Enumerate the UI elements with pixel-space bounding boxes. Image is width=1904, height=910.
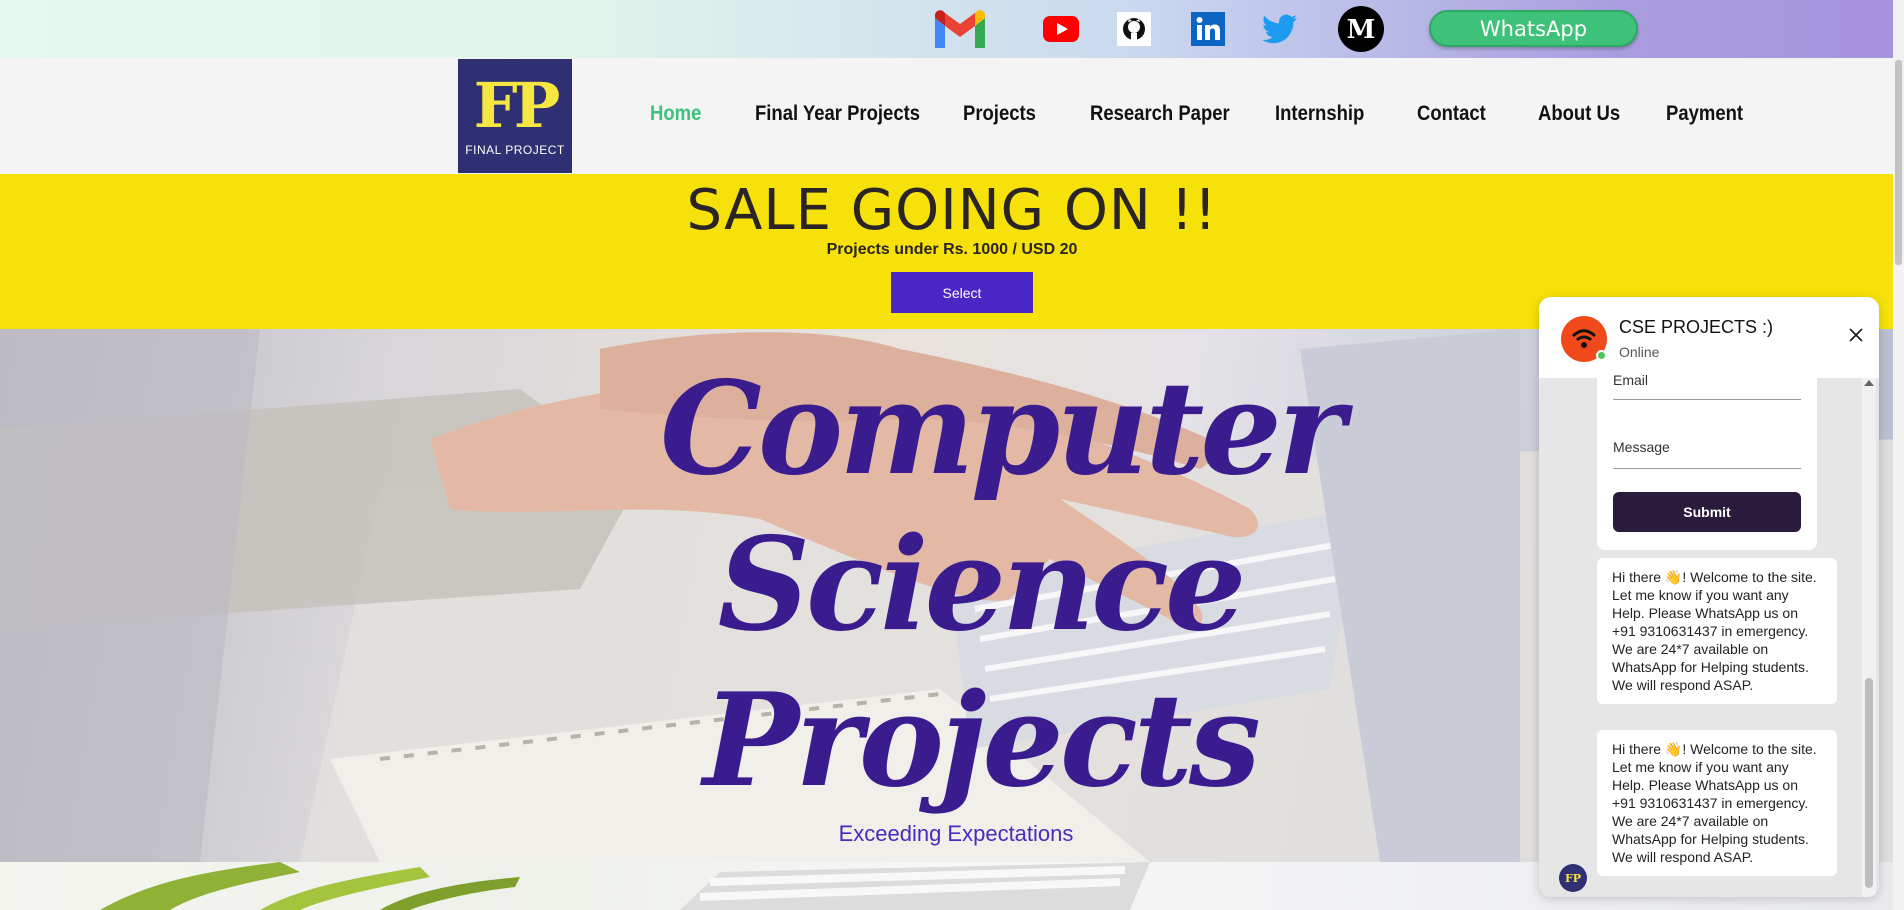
nav-projects[interactable]: Projects xyxy=(963,102,1048,126)
youtube-icon[interactable] xyxy=(1043,7,1079,51)
hero-title-line-1: Computer xyxy=(660,354,1345,504)
logo-mark: FP xyxy=(473,69,561,142)
medium-icon[interactable]: M xyxy=(1337,6,1385,52)
close-icon[interactable] xyxy=(1844,323,1868,347)
hero-title: Computer Science Projects xyxy=(660,351,1345,819)
chat-message: Hi there 👋! Welcome to the site. Let me … xyxy=(1597,730,1837,876)
whatsapp-button[interactable]: WhatsApp xyxy=(1429,10,1638,47)
linkedin-icon[interactable] xyxy=(1191,7,1225,51)
chat-title: CSE PROJECTS :) xyxy=(1619,317,1774,337)
select-button[interactable]: Select xyxy=(891,272,1033,313)
chat-scroll-thumb[interactable] xyxy=(1865,678,1873,888)
nav-home[interactable]: Home xyxy=(650,102,716,126)
email-field[interactable]: Email xyxy=(1613,372,1648,388)
nav-research-paper[interactable]: Research Paper xyxy=(1090,102,1230,126)
page-scroll-thumb[interactable] xyxy=(1895,60,1902,265)
hero-title-line-2: Science xyxy=(717,510,1247,660)
online-indicator xyxy=(1596,350,1607,361)
wifi-icon xyxy=(1571,329,1597,348)
social-bar: M WhatsApp xyxy=(0,0,1904,58)
chat-status: Online xyxy=(1619,344,1660,360)
nav-payment[interactable]: Payment xyxy=(1666,102,1745,126)
submit-button[interactable]: Submit xyxy=(1613,492,1801,532)
bot-avatar: FP xyxy=(1559,864,1587,892)
site-logo[interactable]: FP FINAL PROJECT xyxy=(458,59,572,173)
message-field-underline xyxy=(1613,468,1801,469)
chat-widget: CSE PROJECTS :) Online Email Message Sub… xyxy=(1539,297,1879,897)
chat-header: CSE PROJECTS :) Online xyxy=(1539,297,1879,378)
hero-title-line-3: Projects xyxy=(703,666,1261,816)
nav-internship[interactable]: Internship xyxy=(1275,102,1374,126)
chat-scrollbar[interactable] xyxy=(1862,378,1876,897)
twitter-icon[interactable] xyxy=(1262,7,1298,51)
nav-final-year-projects[interactable]: Final Year Projects xyxy=(755,102,920,126)
nav-contact[interactable]: Contact xyxy=(1417,102,1497,126)
contact-form: Email Message Submit xyxy=(1597,372,1817,550)
gmail-icon[interactable] xyxy=(930,7,990,51)
site-header: FP FINAL PROJECT Home Final Year Project… xyxy=(0,58,1904,174)
page-scrollbar[interactable] xyxy=(1893,0,1904,910)
scroll-up-icon[interactable] xyxy=(1864,380,1874,386)
sale-subtitle: Projects under Rs. 1000 / USD 20 xyxy=(826,241,1078,258)
sale-title: SALE GOING ON !! xyxy=(686,178,1218,243)
chat-message: Hi there 👋! Welcome to the site. Let me … xyxy=(1597,558,1837,704)
main-nav: Home Final Year Projects Projects Resear… xyxy=(650,102,1786,126)
logo-subtitle: FINAL PROJECT xyxy=(465,143,565,157)
nav-about-us[interactable]: About Us xyxy=(1538,102,1624,126)
email-field-underline xyxy=(1613,399,1801,400)
github-icon[interactable] xyxy=(1117,7,1151,51)
message-field[interactable]: Message xyxy=(1613,439,1670,455)
svg-text:M: M xyxy=(1347,15,1376,45)
